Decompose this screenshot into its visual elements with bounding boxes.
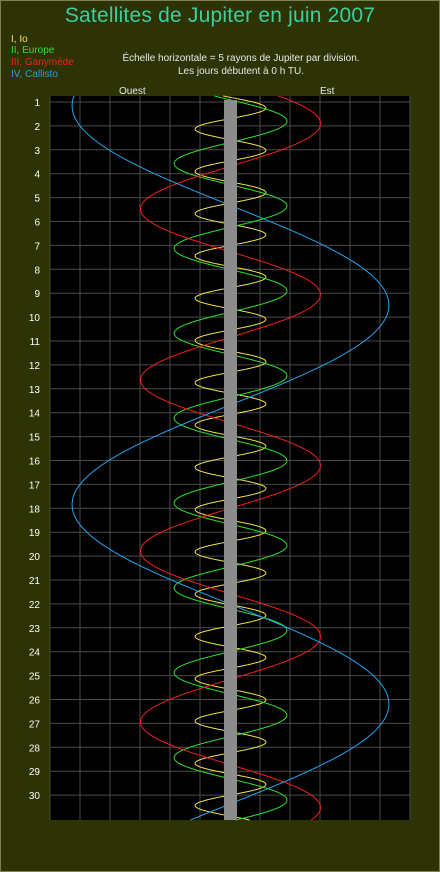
day-tick-label: 10 — [29, 313, 41, 324]
day-tick-label: 18 — [29, 504, 41, 515]
day-tick-label: 17 — [29, 480, 41, 491]
day-tick-label: 20 — [29, 552, 41, 563]
day-tick-label: 12 — [29, 361, 41, 372]
day-ticks: 1234567891011121314151617181920212223242… — [29, 98, 41, 802]
day-tick-label: 25 — [29, 672, 41, 683]
day-tick-label: 2 — [34, 122, 40, 133]
day-tick-label: 28 — [29, 743, 41, 754]
day-tick-label: 6 — [34, 218, 40, 229]
day-tick-label: 16 — [29, 457, 41, 468]
day-tick-label: 3 — [34, 146, 40, 157]
day-tick-label: 24 — [29, 648, 41, 659]
day-tick-label: 15 — [29, 433, 41, 444]
day-tick-label: 8 — [34, 265, 40, 276]
day-tick-label: 5 — [34, 194, 40, 205]
satellite-chart: 1234567891011121314151617181920212223242… — [29, 95, 411, 821]
day-tick-label: 30 — [29, 791, 41, 802]
day-tick-label: 13 — [29, 385, 41, 396]
day-tick-label: 4 — [34, 170, 40, 181]
day-tick-label: 14 — [29, 409, 41, 420]
day-tick-label: 26 — [29, 696, 41, 707]
day-tick-label: 1 — [34, 98, 40, 109]
day-tick-label: 21 — [29, 576, 41, 587]
jupiter-band — [224, 100, 237, 820]
day-tick-label: 23 — [29, 624, 41, 635]
day-tick-label: 11 — [30, 337, 41, 348]
day-tick-label: 7 — [34, 241, 40, 252]
day-tick-label: 22 — [29, 600, 41, 611]
day-tick-label: 27 — [29, 719, 41, 730]
day-tick-label: 9 — [34, 289, 40, 300]
day-tick-label: 19 — [29, 528, 41, 539]
day-tick-label: 29 — [29, 767, 41, 778]
